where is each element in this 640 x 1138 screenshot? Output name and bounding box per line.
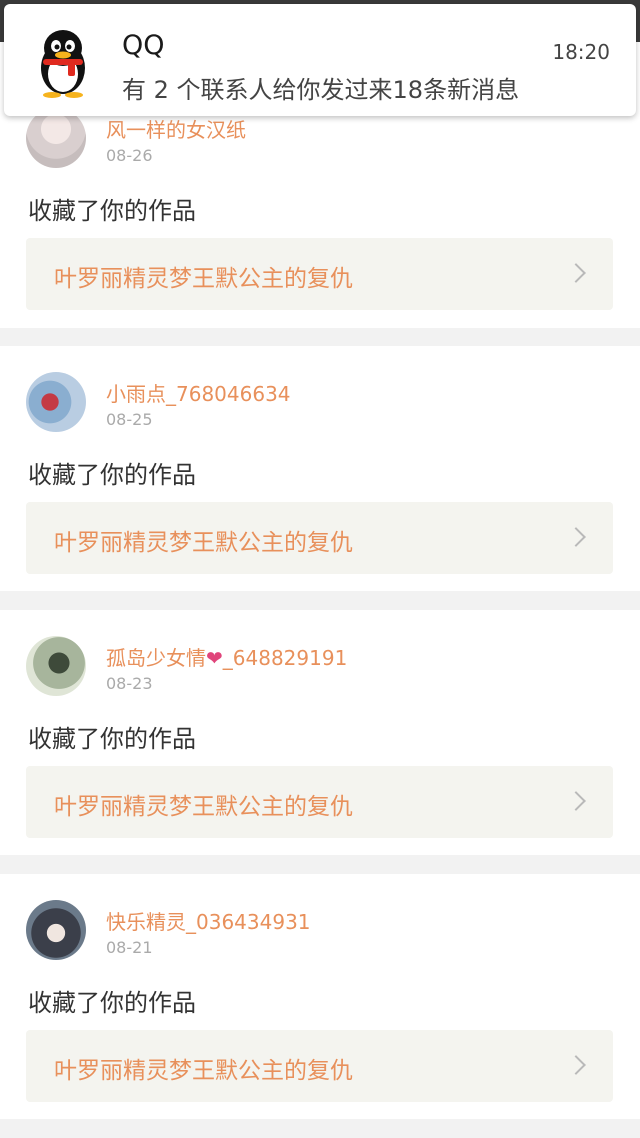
username-link[interactable]: 孤岛少女情❤_648829191 — [106, 642, 347, 671]
notification-time: 18:20 — [552, 40, 610, 64]
activity-date: 08-25 — [106, 410, 153, 429]
activity-text: 收藏了你的作品 — [28, 725, 196, 753]
activity-text: 收藏了你的作品 — [28, 461, 196, 489]
notification-message: 有 2 个联系人给你发过来18条新消息 — [122, 76, 520, 104]
work-title: 叶罗丽精灵梦王默公主的复仇 — [54, 794, 353, 820]
avatar[interactable] — [26, 900, 86, 960]
activity-date: 08-21 — [106, 938, 153, 957]
chevron-right-icon — [566, 263, 586, 283]
work-title: 叶罗丽精灵梦王默公主的复仇 — [54, 266, 353, 292]
work-title: 叶罗丽精灵梦王默公主的复仇 — [54, 530, 353, 556]
activity-card: 快乐精灵_036434931 08-21 收藏了你的作品 叶罗丽精灵梦王默公主的… — [0, 874, 640, 1119]
chevron-right-icon — [566, 1055, 586, 1075]
notification-title: QQ — [122, 30, 165, 61]
work-link[interactable]: 叶罗丽精灵梦王默公主的复仇 — [26, 766, 613, 838]
work-link[interactable]: 叶罗丽精灵梦王默公主的复仇 — [26, 1030, 613, 1102]
avatar[interactable] — [26, 372, 86, 432]
activity-card: 小雨点_768046634 08-25 收藏了你的作品 叶罗丽精灵梦王默公主的复… — [0, 346, 640, 591]
chevron-right-icon — [566, 527, 586, 547]
activity-text: 收藏了你的作品 — [28, 989, 196, 1017]
qq-notification[interactable]: QQ 有 2 个联系人给你发过来18条新消息 18:20 — [4, 4, 636, 116]
work-link[interactable]: 叶罗丽精灵梦王默公主的复仇 — [26, 502, 613, 574]
activity-date: 08-23 — [106, 674, 153, 693]
activity-date: 08-26 — [106, 146, 153, 165]
username-link[interactable]: 风一样的女汉纸 — [106, 114, 246, 143]
chevron-right-icon — [566, 791, 586, 811]
qq-penguin-icon — [41, 30, 85, 98]
username-link[interactable]: 快乐精灵_036434931 — [106, 906, 311, 935]
username-link[interactable]: 小雨点_768046634 — [106, 378, 291, 407]
activity-card: 孤岛少女情❤_648829191 08-23 收藏了你的作品 叶罗丽精灵梦王默公… — [0, 610, 640, 855]
avatar[interactable] — [26, 636, 86, 696]
username-prefix: 孤岛少女情 — [106, 646, 206, 670]
heart-icon: ❤ — [206, 646, 223, 670]
username-suffix: _648829191 — [222, 646, 348, 670]
work-link[interactable]: 叶罗丽精灵梦王默公主的复仇 — [26, 238, 613, 310]
activity-card: 风一样的女汉纸 08-26 收藏了你的作品 叶罗丽精灵梦王默公主的复仇 — [0, 108, 640, 328]
avatar[interactable] — [26, 108, 86, 168]
work-title: 叶罗丽精灵梦王默公主的复仇 — [54, 1058, 353, 1084]
activity-text: 收藏了你的作品 — [28, 197, 196, 225]
